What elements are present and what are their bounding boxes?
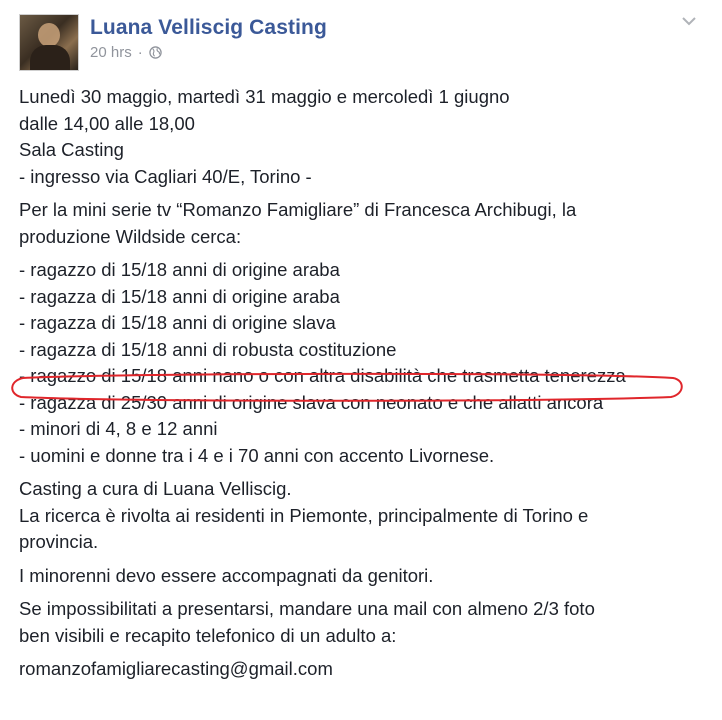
schedule-line: Sala Casting [19, 139, 124, 160]
schedule-line: Lunedì 30 maggio, martedì 31 maggio e me… [19, 86, 510, 107]
casting-info-line: Casting a cura di Luana Velliscig. [19, 478, 292, 499]
facebook-post: Luana Velliscig Casting 20 hrs · Lunedì … [0, 0, 722, 720]
page-avatar[interactable] [19, 14, 79, 71]
globe-icon[interactable] [148, 46, 162, 59]
intro-line: Per la mini serie tv “Romanzo Famigliare… [19, 199, 577, 220]
post-timestamp[interactable]: 20 hrs [90, 44, 132, 61]
role-item: - ragazzo di 15/18 anni di origine araba [19, 259, 340, 280]
page-name-link[interactable]: Luana Velliscig Casting [90, 16, 327, 40]
chevron-down-icon[interactable] [680, 14, 698, 28]
intro-line: produzione Wildside cerca: [19, 225, 242, 247]
role-item: - uomini e donne tra i 4 e i 70 anni con… [19, 444, 495, 466]
minors-note: I minorenni devo essere accompagnati da … [19, 564, 434, 586]
contact-line: ben visibili e recapito telefonico di un… [19, 624, 397, 646]
post-meta: 20 hrs · [90, 44, 162, 61]
role-item: - ragazza di 15/18 anni di robusta costi… [19, 338, 397, 360]
casting-info-line: La ricerca è rivolta ai residenti in Pie… [19, 504, 589, 526]
casting-info-line: provincia. [19, 531, 99, 552]
meta-separator: · [137, 44, 143, 61]
role-item-highlighted: - ragazzo di 15/18 anni nano o con altra… [19, 365, 626, 386]
schedule-line: - ingresso via Cagliari 40/E, Torino - [19, 165, 312, 187]
role-item: - minori di 4, 8 e 12 anni [19, 418, 218, 439]
schedule-line: dalle 14,00 alle 18,00 [19, 112, 195, 134]
post-body: Lunedì 30 maggio, martedì 31 maggio e me… [19, 84, 709, 683]
contact-line: Se impossibilitati a presentarsi, mandar… [19, 598, 595, 619]
email-link[interactable]: romanzofamigliarecasting@gmail.com [19, 658, 333, 679]
role-item: - ragazza di 15/18 anni di origine araba [19, 285, 340, 307]
role-item: - ragazza di 15/18 anni di origine slava [19, 312, 336, 333]
role-item: - ragazza di 25/30 anni di origine slava… [19, 391, 604, 413]
